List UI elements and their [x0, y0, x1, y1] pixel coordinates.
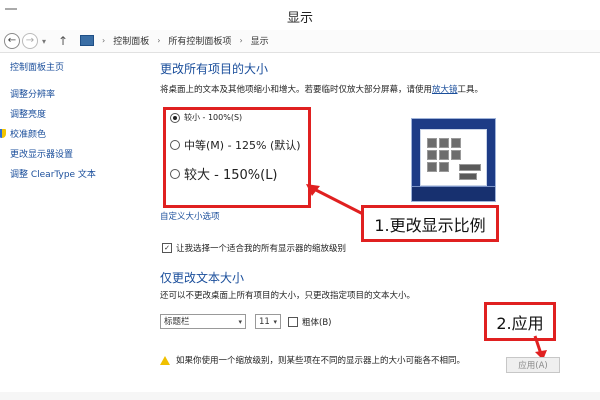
- sidebar-item-calibrate-color[interactable]: 校准颜色: [0, 127, 150, 140]
- description-text: 将桌面上的文本及其他项缩小和增大。若要临时仅放大部分屏幕，请使用: [160, 85, 433, 95]
- breadcrumb-separator: ›: [157, 36, 161, 45]
- main-content: 更改所有项目的大小 将桌面上的文本及其他项缩小和增大。若要临时仅放大部分屏幕，请…: [160, 60, 590, 95]
- let-me-choose-checkbox-row[interactable]: ✓ 让我选择一个适合我的所有显示器的缩放级别: [162, 242, 346, 254]
- warning-message: 如果你使用一个缩放级别，则某些项在不同的显示器上的大小可能各不相同。: [160, 354, 465, 366]
- bold-label: 粗体(B): [302, 318, 332, 328]
- checkbox-label: 让我选择一个适合我的所有显示器的缩放级别: [176, 244, 347, 254]
- warning-text: 如果你使用一个缩放级别，则某些项在不同的显示器上的大小可能各不相同。: [176, 356, 466, 366]
- window-title: 显示: [286, 11, 313, 26]
- breadcrumb-control-panel[interactable]: 控制面板: [113, 34, 149, 47]
- apply-button[interactable]: 应用(A): [506, 357, 560, 373]
- breadcrumb-separator: ›: [102, 36, 106, 45]
- highlight-box: [163, 107, 311, 208]
- custom-size-link[interactable]: 自定义大小选项: [160, 210, 220, 222]
- warning-icon: [160, 355, 170, 365]
- text-size-description: 还可以不更改桌面上所有项目的大小，只更改指定项目的文本大小。: [160, 291, 416, 301]
- window-bottom-edge: [0, 392, 600, 400]
- chevron-down-icon: ▾: [273, 318, 277, 326]
- font-size-value: 11: [259, 317, 270, 327]
- section-heading-size: 更改所有项目的大小: [160, 62, 269, 76]
- title-bar: 显示: [0, 0, 600, 31]
- sidebar-item-resolution[interactable]: 调整分辨率: [10, 87, 150, 100]
- sidebar-item-label: 校准颜色: [10, 130, 47, 140]
- shield-icon: [0, 129, 6, 138]
- description-text-end: 工具。: [457, 85, 484, 95]
- breadcrumb-display[interactable]: 显示: [251, 34, 269, 47]
- item-select[interactable]: 标题栏 ▾: [160, 314, 246, 329]
- sidebar-item-cleartype[interactable]: 调整 ClearType 文本: [10, 167, 150, 180]
- address-bar[interactable]: ← → ▾ ↑ › 控制面板 › 所有控制面板项 › 显示: [0, 30, 600, 53]
- section-heading-text-size: 仅更改文本大小: [160, 271, 245, 285]
- sidebar-home-link[interactable]: 控制面板主页: [10, 60, 150, 73]
- breadcrumb-separator: ›: [239, 36, 243, 45]
- forward-icon[interactable]: →: [22, 33, 38, 49]
- breadcrumb-all-items[interactable]: 所有控制面板项: [168, 34, 231, 47]
- monitor-icon: [80, 35, 94, 46]
- section-description: 将桌面上的文本及其他项缩小和增大。若要临时仅放大部分屏幕，请使用放大镜工具。: [160, 83, 590, 95]
- arrow-to-options: [306, 184, 366, 217]
- bold-checkbox-row[interactable]: 粗体(B): [288, 316, 331, 328]
- callout-change-scale: 1.更改显示比例: [361, 205, 499, 242]
- bold-checkbox[interactable]: [288, 317, 298, 327]
- checkbox-checked[interactable]: ✓: [162, 243, 172, 253]
- sidebar: 控制面板主页 调整分辨率 调整亮度 校准颜色 更改显示器设置 调整 ClearT…: [0, 60, 150, 187]
- up-icon[interactable]: ↑: [58, 34, 68, 48]
- back-icon[interactable]: ←: [4, 33, 20, 49]
- magnifier-link[interactable]: 放大镜: [432, 85, 458, 95]
- font-size-select[interactable]: 11 ▾: [255, 314, 281, 329]
- sidebar-item-brightness[interactable]: 调整亮度: [10, 107, 150, 120]
- history-dropdown-icon[interactable]: ▾: [42, 37, 46, 46]
- display-preview-image: [411, 118, 496, 202]
- item-select-value: 标题栏: [164, 317, 190, 327]
- sidebar-item-display-settings[interactable]: 更改显示器设置: [10, 147, 150, 160]
- breadcrumb: › 控制面板 › 所有控制面板项 › 显示: [80, 34, 269, 47]
- chevron-down-icon: ▾: [238, 318, 242, 326]
